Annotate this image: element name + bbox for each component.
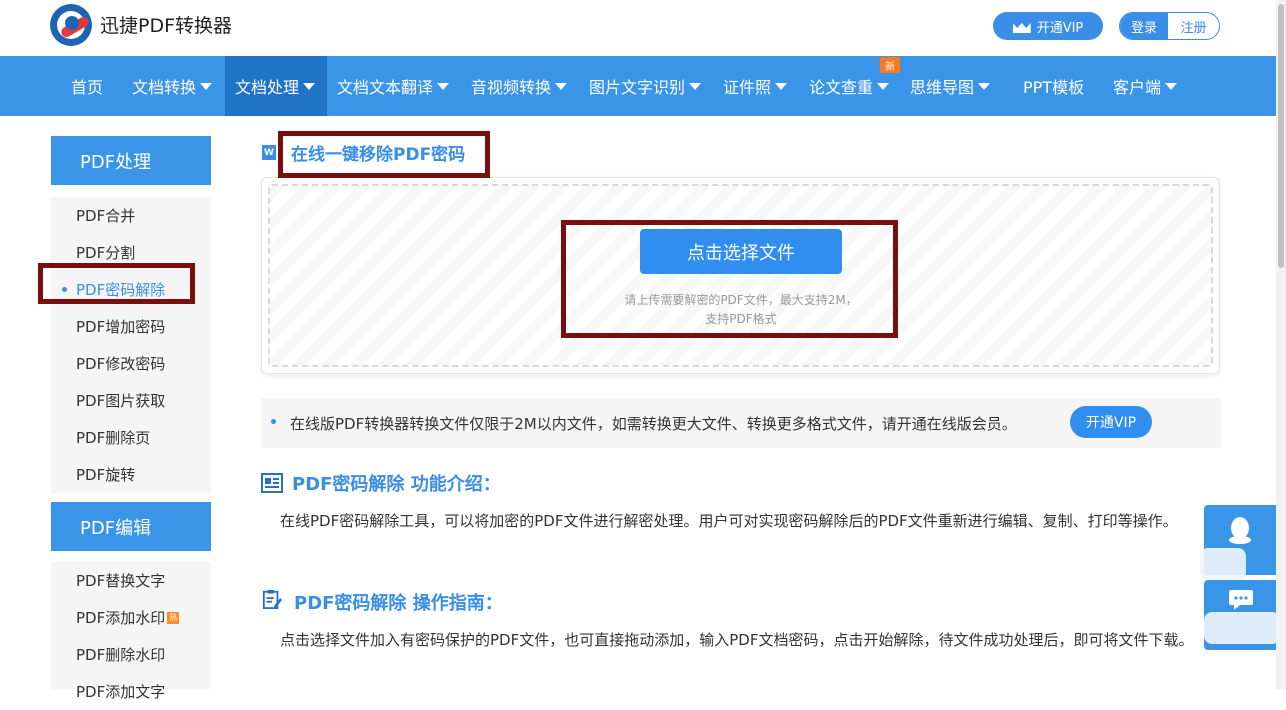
register-button[interactable]: 注册 [1168,13,1219,39]
intro-icon [261,473,283,493]
sidebar-group-pdf-edit: PDF编辑 [51,502,211,551]
open-vip-label: 开通VIP [1036,20,1084,36]
highlight-box-title [278,131,490,178]
nav-item-ppt[interactable]: PPT模板 [1023,56,1084,116]
sidebar-list-pdf-process: PDF合并 PDF分割 PDF密码解除 PDF增加密码 PDF修改密码 PDF图… [51,197,211,493]
sidebar-item-pdf-merge[interactable]: PDF合并 [51,197,211,234]
sidebar-group-pdf-process: PDF处理 [51,136,211,185]
chevron-down-icon [1165,82,1178,90]
sidebar-item-pdf-delete-pages[interactable]: PDF删除页 [51,419,211,456]
nav-item-client[interactable]: 客户端 [1113,56,1178,116]
sidebar-item-pdf-change-password[interactable]: PDF修改密码 [51,345,211,382]
intro-text: 在线PDF密码解除工具，可以将加密的PDF文件进行解密处理。用户可对实现密码解除… [280,512,1178,530]
chat-icon [1229,590,1253,610]
login-button[interactable]: 登录 [1120,13,1168,39]
top-bar: 迅捷PDF转换器 开通VIP 登录 注册 [0,0,1276,56]
page-scrollbar[interactable] [1276,0,1286,689]
chevron-down-icon [978,82,991,90]
sidebar-item-pdf-add-watermark[interactable]: PDF添加水印热 [51,599,211,636]
sidebar-item-pdf-extract-images[interactable]: PDF图片获取 [51,382,211,419]
nav-item-av-convert[interactable]: 音视频转换 [471,56,568,116]
crown-icon [1013,19,1031,33]
blur-overlay [1200,548,1246,580]
intro-title: PDF密码解除 功能介绍： [292,474,501,495]
scrollbar-thumb[interactable] [1278,4,1284,268]
highlight-box-upload [561,220,898,338]
qq-icon [1229,517,1251,544]
guide-title: PDF密码解除 操作指南： [294,593,503,614]
blur-overlay [1204,612,1280,644]
sidebar-item-pdf-add-password[interactable]: PDF增加密码 [51,308,211,345]
sidebar-item-pdf-add-text[interactable]: PDF添加文字 [51,673,211,710]
open-vip-button[interactable]: 开通VIP [993,12,1103,40]
nav-item-ocr[interactable]: 图片文字识别 [589,56,702,116]
nav-item-id-photo[interactable]: 证件照 [723,56,788,116]
sidebar-list-pdf-edit: PDF替换文字 PDF添加水印热 PDF删除水印 PDF添加文字 [51,562,211,701]
sidebar-item-pdf-replace-text[interactable]: PDF替换文字 [51,562,211,599]
chevron-down-icon [689,82,702,90]
notice-vip-button[interactable]: 开通VIP [1070,406,1152,438]
bullet-icon [271,419,276,424]
highlight-box-sidebar [38,263,195,304]
chevron-down-icon [775,82,788,90]
guide-icon [262,589,282,609]
word-doc-icon: W [262,145,276,160]
nav-item-home[interactable]: 首页 [71,56,103,116]
app-title[interactable]: 迅捷PDF转换器 [100,11,232,38]
notice-text: 在线版PDF转换器转换文件仅限于2M以内文件，如需转换更大文件、转换更多格式文件… [290,415,1017,433]
chevron-down-icon [437,82,450,90]
nav-item-doc-convert[interactable]: 文档转换 [132,56,213,116]
chevron-down-icon [200,82,213,90]
app-logo-icon[interactable] [50,4,92,46]
notice-bar: 在线版PDF转换器转换文件仅限于2M以内文件，如需转换更大文件、转换更多格式文件… [261,398,1221,448]
new-badge: 新 [880,57,900,73]
sidebar-item-pdf-remove-watermark[interactable]: PDF删除水印 [51,636,211,673]
chevron-down-icon [555,82,568,90]
guide-text: 点击选择文件加入有密码保护的PDF文件，也可直接拖动添加，输入PDF文档密码，点… [280,631,1194,649]
chevron-down-icon [303,82,316,90]
main-nav: 首页 文档转换 文档处理 文档文本翻译 音视频转换 图片文字识别 证件照 论文查… [0,56,1276,116]
nav-item-plagiarism[interactable]: 论文查重 [809,56,890,116]
auth-group: 登录 注册 [1119,12,1220,40]
sidebar-item-pdf-rotate[interactable]: PDF旋转 [51,456,211,493]
nav-item-doc-process[interactable]: 文档处理 [225,56,327,116]
hot-badge: 热 [167,611,180,624]
nav-item-mindmap[interactable]: 思维导图 [910,56,991,116]
nav-item-translate[interactable]: 文档文本翻译 [337,56,450,116]
chevron-down-icon [877,82,890,90]
